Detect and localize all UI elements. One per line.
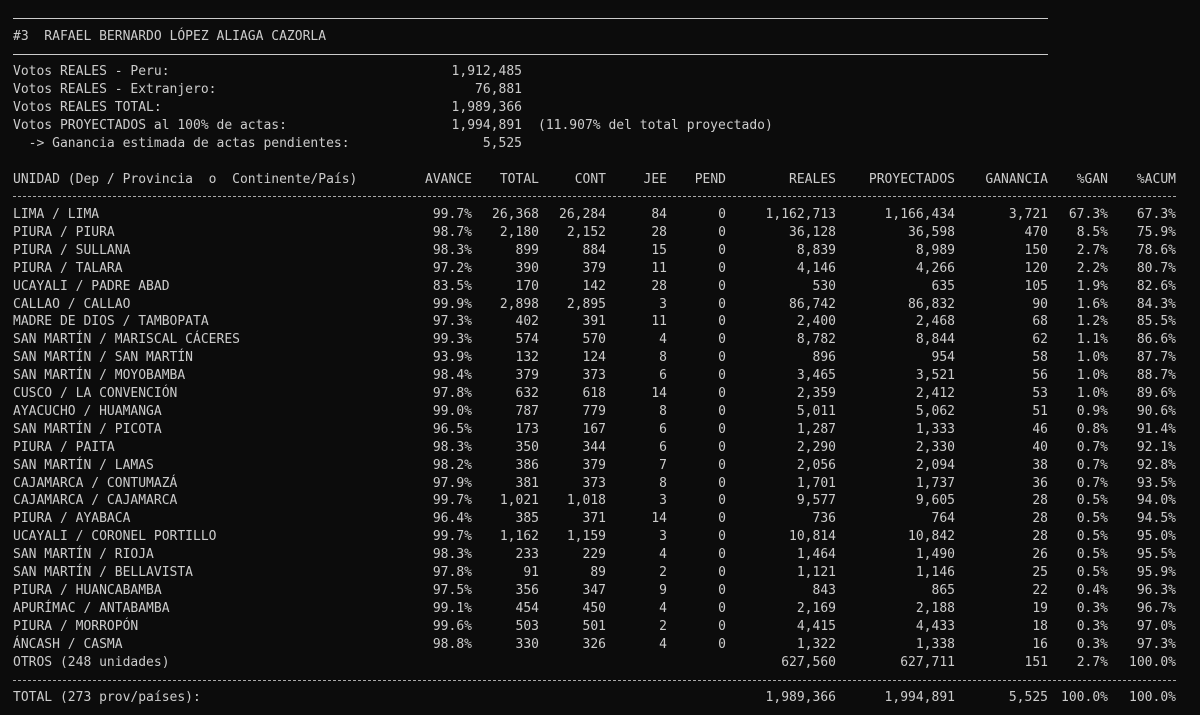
column-header-unidad: UNIDAD (Dep / Provincia o Continente/Paí… [13, 172, 358, 187]
cell-pacum: 67.3% [1136, 207, 1176, 222]
summary-label: Votos REALES TOTAL: [13, 100, 162, 115]
cell-pacum: 97.0% [1136, 619, 1176, 634]
cell-unidad: PIURA / MORROPÓN [13, 619, 139, 634]
cell-unidad: SAN MARTÍN / MARISCAL CÁCERES [13, 332, 240, 347]
cell-unidad: SAN MARTÍN / RIOJA [13, 547, 154, 562]
cell-pacum: 84.3% [1136, 297, 1176, 312]
cell-pacum: 100.0% [1129, 655, 1176, 670]
cell-unidad: PIURA / AYABACA [13, 511, 131, 526]
title-rule [13, 54, 1048, 55]
cell-pacum: 75.9% [1136, 225, 1176, 240]
cell-unidad: PIURA / HUANCABAMBA [13, 583, 162, 598]
cell-unidad: PIURA / TALARA [13, 261, 123, 276]
summary-value: 1,912,485 [451, 64, 522, 79]
cell-pacum: 96.3% [1136, 583, 1176, 598]
cell-unidad: OTROS (248 unidades) [13, 655, 170, 670]
cell-pacum: 90.6% [1136, 404, 1176, 419]
cell-unidad: UCAYALI / CORONEL PORTILLO [13, 529, 217, 544]
top-rule [13, 18, 1048, 19]
column-header-pacum: %ACUM [1136, 172, 1176, 187]
cell-pacum: 97.3% [1136, 637, 1176, 652]
cell-unidad: SAN MARTÍN / LAMAS [13, 458, 154, 473]
cell-pacum: 86.6% [1136, 332, 1176, 347]
terminal-window: #3 RAFAEL BERNARDO LÓPEZ ALIAGA CAZORLA … [0, 0, 1200, 715]
cell-pacum: 95.0% [1136, 529, 1176, 544]
cell-pacum: 96.7% [1136, 601, 1176, 616]
cell-unidad: UCAYALI / PADRE ABAD [13, 279, 170, 294]
cell-unidad: SAN MARTÍN / PICOTA [13, 422, 162, 437]
summary-value: 76,881 [475, 82, 522, 97]
cell-unidad: LIMA / LIMA [13, 207, 100, 222]
summary-label: Votos REALES - Peru: [13, 64, 170, 79]
cell-unidad: APURÍMAC / ANTABAMBA [13, 601, 170, 616]
total-cell-unidad: TOTAL (273 prov/países): [13, 690, 201, 705]
cell-unidad: AYACUCHO / HUAMANGA [13, 404, 162, 419]
cell-pacum: 94.5% [1136, 511, 1176, 526]
cell-pacum: 82.6% [1136, 279, 1176, 294]
cell-pacum: 88.7% [1136, 368, 1176, 383]
cell-unidad: MADRE DE DIOS / TAMBOPATA [13, 314, 209, 329]
cell-pacum: 93.5% [1136, 476, 1176, 491]
cell-unidad: SAN MARTÍN / SAN MARTÍN [13, 350, 194, 365]
cell-pacum: 85.5% [1136, 314, 1176, 329]
summary-value: 1,994,891 [451, 118, 522, 133]
cell-pacum: 91.4% [1136, 422, 1176, 437]
total-separator [13, 680, 1176, 681]
cell-unidad: CAJAMARCA / CAJAMARCA [13, 493, 178, 508]
cell-pacum: 92.8% [1136, 458, 1176, 473]
cell-unidad: SAN MARTÍN / BELLAVISTA [13, 565, 194, 580]
cell-unidad: SAN MARTÍN / MOYOBAMBA [13, 368, 186, 383]
cell-pacum: 92.1% [1136, 440, 1176, 455]
candidate-title: #3 RAFAEL BERNARDO LÓPEZ ALIAGA CAZORLA [13, 29, 327, 44]
cell-unidad: PIURA / PIURA [13, 225, 115, 240]
header-separator [13, 196, 1176, 197]
summary-label: -> Ganancia estimada de actas pendientes… [13, 136, 350, 151]
cell-unidad: CAJAMARCA / CONTUMAZÁ [13, 476, 178, 491]
summary-label: Votos PROYECTADOS al 100% de actas: [13, 118, 287, 133]
cell-unidad: PIURA / SULLANA [13, 243, 131, 258]
cell-pacum: 95.9% [1136, 565, 1176, 580]
summary-value: 5,525 [482, 136, 522, 151]
cell-unidad: PIURA / PAITA [13, 440, 115, 455]
cell-unidad: CALLAO / CALLAO [13, 297, 131, 312]
cell-unidad: ÁNCASH / CASMA [13, 637, 123, 652]
cell-unidad: CUSCO / LA CONVENCIÓN [13, 386, 178, 401]
cell-pacum: 87.7% [1136, 350, 1176, 365]
summary-value: 1,989,366 [451, 100, 522, 115]
summary-note: (11.907% del total proyectado) [538, 118, 773, 133]
cell-pacum: 94.0% [1136, 493, 1176, 508]
summary-label: Votos REALES - Extranjero: [13, 82, 217, 97]
cell-pacum: 80.7% [1136, 261, 1176, 276]
cell-pacum: 95.5% [1136, 547, 1176, 562]
total-cell-pacum: 100.0% [1129, 690, 1176, 705]
cell-pacum: 89.6% [1136, 386, 1176, 401]
cell-pacum: 78.6% [1136, 243, 1176, 258]
